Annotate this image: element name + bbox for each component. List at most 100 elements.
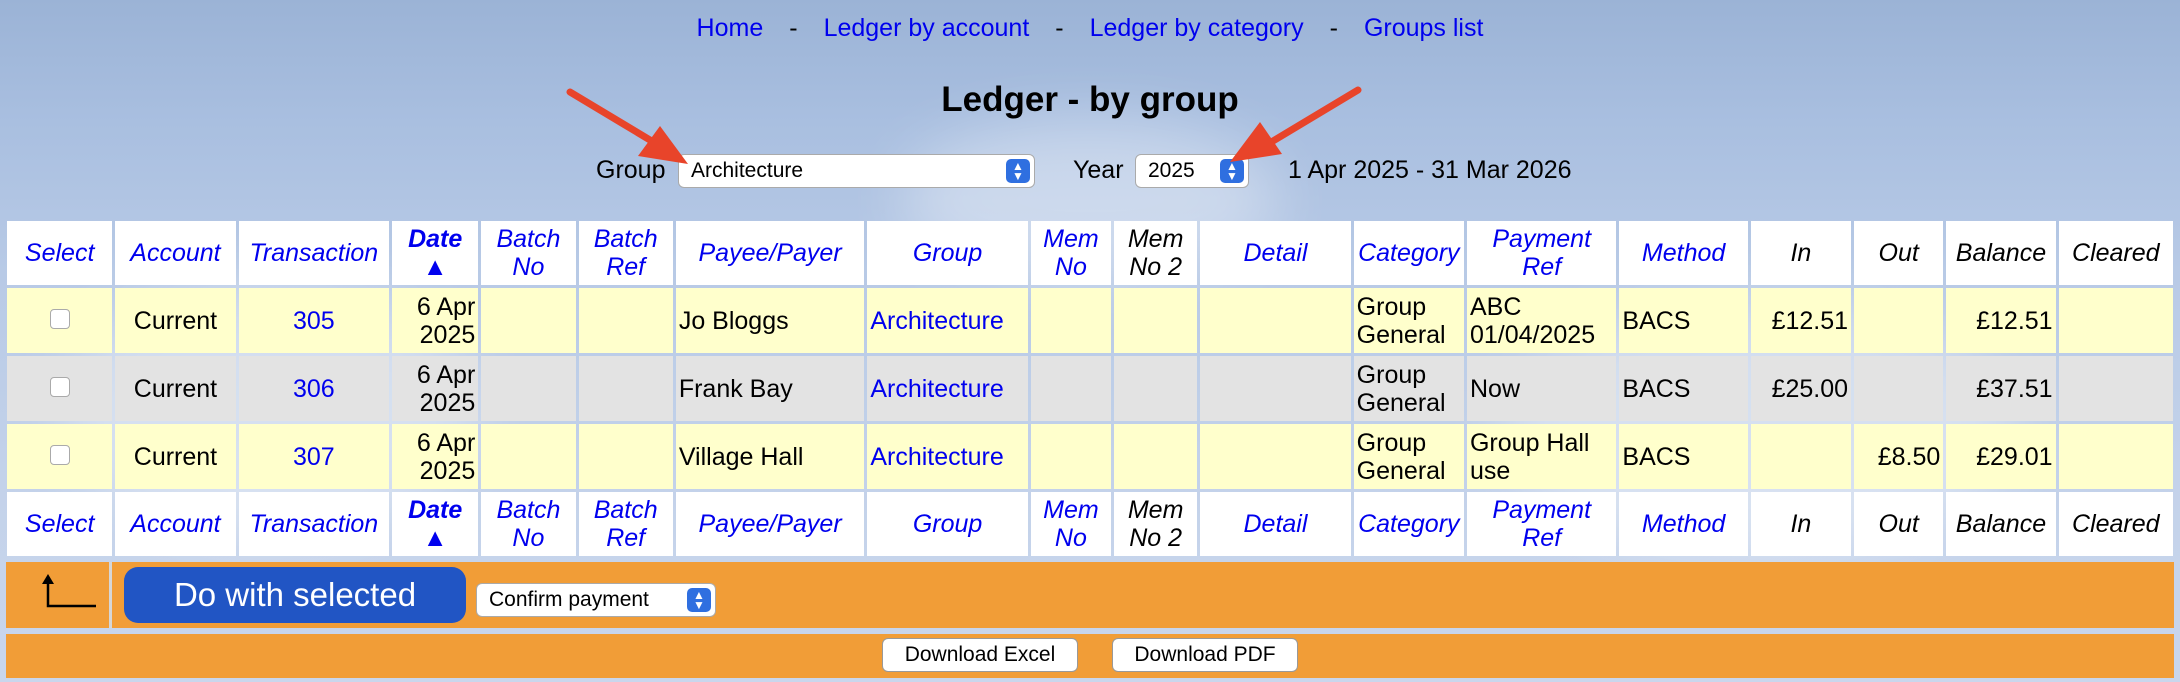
- download-bar: Download Excel Download PDF: [6, 634, 2174, 678]
- col-header-batch-ref[interactable]: Batch Ref: [578, 221, 673, 285]
- col-header-batch-no[interactable]: Batch No: [481, 221, 576, 285]
- transaction-link[interactable]: 307: [293, 443, 335, 471]
- download-excel-button[interactable]: Download Excel: [882, 638, 1078, 672]
- table-row: Current 305 6 Apr 2025 Jo Bloggs Archite…: [7, 288, 2173, 353]
- return-arrow-icon: [42, 574, 96, 608]
- account-cell: Current: [115, 424, 236, 489]
- nav-groups-list-link[interactable]: Groups list: [1364, 14, 1483, 42]
- col-footer-payee[interactable]: Payee/Payer: [675, 492, 865, 556]
- transaction-cell: 305: [238, 288, 390, 353]
- group-link[interactable]: Architecture: [870, 443, 1003, 471]
- ledger-table: Select Account Transaction Date ▲ Batch …: [4, 218, 2176, 559]
- row-checkbox[interactable]: [49, 376, 70, 397]
- col-header-category[interactable]: Category: [1353, 221, 1464, 285]
- col-footer-select[interactable]: Select: [7, 492, 113, 556]
- select-chevron-icon: ▲ ▼: [687, 588, 711, 612]
- table-row: Current 306 6 Apr 2025 Frank Bay Archite…: [7, 356, 2173, 421]
- col-header-mem-no[interactable]: Mem No: [1030, 221, 1112, 285]
- nav-home-link[interactable]: Home: [697, 14, 764, 42]
- account-cell: Current: [115, 356, 236, 421]
- transaction-link[interactable]: 305: [293, 307, 335, 335]
- col-header-payment-ref[interactable]: Payment Ref: [1466, 221, 1617, 285]
- out-cell: £8.50: [1854, 424, 1944, 489]
- group-select[interactable]: Architecture ▲ ▼: [678, 154, 1035, 188]
- cleared-cell: [2058, 288, 2173, 353]
- batch-ref-cell: [578, 356, 673, 421]
- group-select-value: Architecture: [691, 159, 804, 182]
- col-header-cleared: Cleared: [2058, 221, 2173, 285]
- payee-cell: Jo Bloggs: [675, 288, 865, 353]
- col-header-select[interactable]: Select: [7, 221, 113, 285]
- row-select-cell: [7, 424, 113, 489]
- transaction-cell: 307: [238, 424, 390, 489]
- col-header-date[interactable]: Date ▲: [392, 221, 479, 285]
- col-footer-method[interactable]: Method: [1619, 492, 1748, 556]
- select-chevron-icon: ▲ ▼: [1006, 159, 1030, 183]
- category-cell: Group General: [1353, 424, 1464, 489]
- col-header-detail[interactable]: Detail: [1200, 221, 1351, 285]
- col-footer-out: Out: [1854, 492, 1944, 556]
- col-footer-mem-no-2: Mem No 2: [1114, 492, 1198, 556]
- col-footer-transaction[interactable]: Transaction: [238, 492, 390, 556]
- page-title: Ledger - by group: [941, 80, 1239, 119]
- row-checkbox[interactable]: [49, 308, 70, 329]
- download-pdf-button[interactable]: Download PDF: [1112, 638, 1298, 672]
- col-footer-cleared: Cleared: [2058, 492, 2173, 556]
- balance-cell: £29.01: [1946, 424, 2056, 489]
- cleared-cell: [2058, 356, 2173, 421]
- filter-controls: Group Architecture ▲ ▼ Year 2025 ▲ ▼ 1 Apr…: [0, 154, 2180, 190]
- in-cell: £12.51: [1750, 288, 1852, 353]
- col-footer-in: In: [1750, 492, 1852, 556]
- col-footer-balance: Balance: [1946, 492, 2056, 556]
- batch-no-cell: [481, 288, 576, 353]
- year-select-value: 2025: [1148, 159, 1195, 182]
- date-cell: 6 Apr 2025: [392, 288, 479, 353]
- col-footer-detail[interactable]: Detail: [1200, 492, 1351, 556]
- col-footer-group[interactable]: Group: [867, 492, 1028, 556]
- nav-separator: -: [789, 14, 798, 42]
- col-header-balance: Balance: [1946, 221, 2056, 285]
- group-link[interactable]: Architecture: [870, 307, 1003, 335]
- row-select-cell: [7, 356, 113, 421]
- table-footer-row: Select Account Transaction Date ▲ Batch …: [7, 492, 2173, 556]
- nav-ledger-by-category-link[interactable]: Ledger by category: [1090, 14, 1304, 42]
- annotation-arrow-icon: [1230, 86, 1362, 162]
- col-header-group[interactable]: Group: [867, 221, 1028, 285]
- col-header-method[interactable]: Method: [1619, 221, 1748, 285]
- row-checkbox[interactable]: [49, 444, 70, 465]
- cleared-cell: [2058, 424, 2173, 489]
- group-link[interactable]: Architecture: [870, 375, 1003, 403]
- col-footer-payment-ref[interactable]: Payment Ref: [1466, 492, 1617, 556]
- col-header-account[interactable]: Account: [115, 221, 236, 285]
- mem-no-2-cell: [1114, 424, 1198, 489]
- batch-no-cell: [481, 424, 576, 489]
- nav-ledger-by-account-link[interactable]: Ledger by account: [824, 14, 1030, 42]
- method-cell: BACS: [1619, 424, 1748, 489]
- group-cell: Architecture: [867, 356, 1028, 421]
- col-footer-date[interactable]: Date ▲: [392, 492, 479, 556]
- col-header-mem-no-2: Mem No 2: [1114, 221, 1198, 285]
- col-header-payee[interactable]: Payee/Payer: [675, 221, 865, 285]
- year-label: Year: [1073, 156, 1124, 184]
- group-cell: Architecture: [867, 288, 1028, 353]
- col-footer-mem-no[interactable]: Mem No: [1030, 492, 1112, 556]
- batch-ref-cell: [578, 288, 673, 353]
- in-cell: £25.00: [1750, 356, 1852, 421]
- out-cell: [1854, 288, 1944, 353]
- bulk-action-select[interactable]: Confirm payment ▲ ▼: [476, 583, 716, 617]
- col-header-transaction[interactable]: Transaction: [238, 221, 390, 285]
- row-select-cell: [7, 288, 113, 353]
- transaction-link[interactable]: 306: [293, 375, 335, 403]
- category-cell: Group General: [1353, 288, 1464, 353]
- nav-separator: -: [1329, 14, 1338, 42]
- do-with-selected-button[interactable]: Do with selected: [124, 567, 466, 623]
- col-footer-batch-ref[interactable]: Batch Ref: [578, 492, 673, 556]
- mem-no-cell: [1030, 424, 1112, 489]
- col-header-in: In: [1750, 221, 1852, 285]
- mem-no-cell: [1030, 356, 1112, 421]
- col-footer-account[interactable]: Account: [115, 492, 236, 556]
- col-footer-batch-no[interactable]: Batch No: [481, 492, 576, 556]
- col-footer-category[interactable]: Category: [1353, 492, 1464, 556]
- bulk-action-select-value: Confirm payment: [489, 588, 649, 611]
- in-cell: [1750, 424, 1852, 489]
